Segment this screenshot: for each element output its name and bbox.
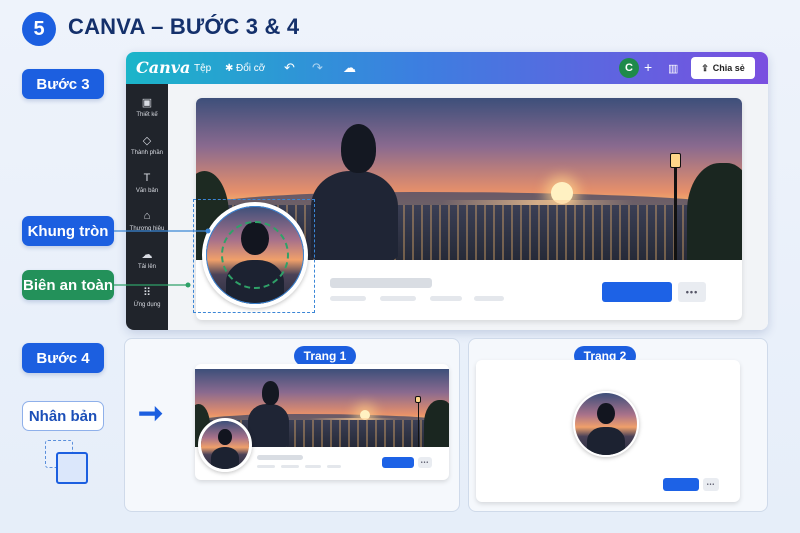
page1-primary-button: [382, 457, 414, 468]
duplicate-label: Nhân bản: [22, 401, 104, 431]
page1-info-placeholder: [257, 465, 275, 468]
sidebar-item-label: Tải lên: [137, 264, 156, 270]
page1-profile-circle: [198, 418, 252, 472]
redo-icon[interactable]: ↷: [312, 60, 323, 76]
menu-file[interactable]: Tệp: [194, 63, 211, 74]
sidebar-item-brand[interactable]: ⌂ Thương hiệu: [126, 210, 168, 232]
sidebar-item-label: Ứng dụng: [133, 302, 161, 308]
add-icon[interactable]: +: [644, 59, 652, 75]
page2-thumbnail[interactable]: •••: [476, 360, 740, 502]
info-placeholder: [474, 296, 504, 301]
page1-info-placeholder: [281, 465, 299, 468]
share-button[interactable]: ⇪ Chia sẻ: [691, 57, 755, 79]
safe-zone-ring: [221, 221, 289, 289]
safe-zone-label: Biên an toàn: [22, 270, 114, 300]
arrow-right-icon: ➞: [138, 397, 164, 430]
circle-frame-label: Khung tròn: [22, 216, 114, 246]
upload-icon: ☁: [141, 249, 153, 261]
duplicate-icon: [56, 452, 88, 484]
page2-primary-button: [663, 478, 699, 491]
name-placeholder: [330, 278, 432, 288]
elements-icon: ◇: [142, 135, 152, 147]
canva-logo[interactable]: Canva: [136, 58, 190, 77]
sidebar-item-elements[interactable]: ◇ Thành phần: [126, 134, 168, 156]
sidebar-item-label: Thương hiệu: [129, 226, 165, 232]
step4-label: Bước 4: [22, 343, 104, 373]
cloud-icon[interactable]: ☁: [343, 60, 356, 76]
info-placeholder: [380, 296, 416, 301]
sidebar-item-text[interactable]: T Văn bản: [126, 172, 168, 194]
page1-name-placeholder: [257, 455, 303, 460]
stats-icon[interactable]: ▥: [668, 62, 678, 75]
step3-label: Bước 3: [22, 69, 104, 99]
menu-resize[interactable]: Đổi cỡ: [236, 63, 265, 74]
sidebar-item-label: Thành phần: [130, 150, 164, 156]
sidebar-item-uploads[interactable]: ☁ Tải lên: [126, 248, 168, 270]
canva-topbar: Canva Tệp ✱ Đổi cỡ ↶ ↷ ☁ C + ▥ ⇪ Chia sẻ: [126, 52, 768, 84]
info-placeholder: [430, 296, 462, 301]
more-button[interactable]: •••: [678, 282, 706, 302]
sidebar-item-label: Văn bản: [135, 188, 159, 194]
apps-icon: ⠿: [142, 287, 152, 299]
page-title: CANVA – BƯỚC 3 & 4: [68, 14, 300, 39]
sidebar-item-label: Thiết kế: [136, 112, 158, 118]
undo-icon[interactable]: ↶: [284, 60, 295, 76]
step-number-badge: 5: [22, 12, 56, 46]
canva-sidebar: ▣ Thiết kế ◇ Thành phần T Văn bản ⌂ Thươ…: [126, 84, 168, 330]
page2-more-button: •••: [703, 478, 719, 491]
page1-label[interactable]: Trang 1: [294, 346, 356, 366]
info-placeholder: [330, 296, 366, 301]
sidebar-item-design[interactable]: ▣ Thiết kế: [126, 96, 168, 118]
sidebar-item-apps[interactable]: ⠿ Ứng dụng: [126, 286, 168, 308]
page2-profile-circle: [573, 391, 639, 457]
brand-icon: ⌂: [143, 210, 151, 222]
share-icon: ⇪: [701, 62, 709, 73]
page1-more-button: •••: [418, 457, 432, 468]
primary-action-button[interactable]: [602, 282, 672, 302]
share-button-label: Chia sẻ: [712, 63, 745, 73]
page1-info-placeholder: [305, 465, 321, 468]
avatar[interactable]: C: [619, 58, 639, 78]
page1-info-placeholder: [327, 465, 341, 468]
text-icon: T: [143, 172, 151, 184]
magic-icon: ✱: [225, 63, 234, 74]
layout-icon: ▣: [141, 97, 153, 109]
